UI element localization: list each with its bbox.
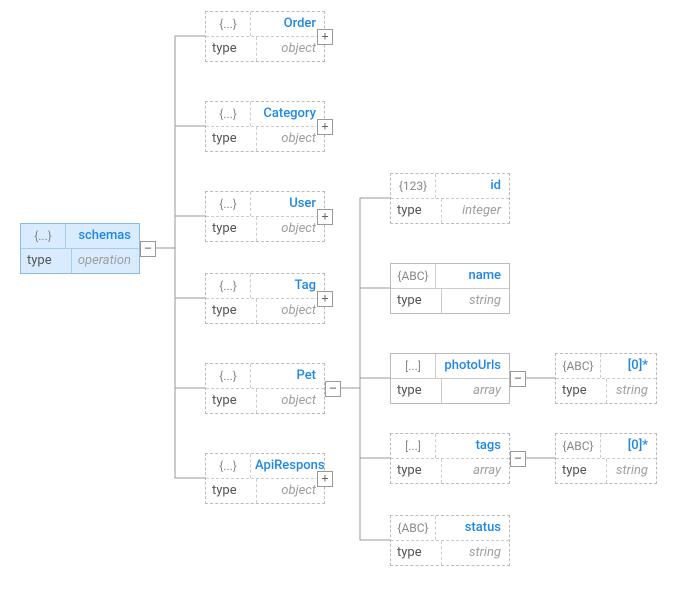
node-label: schemas xyxy=(66,224,139,248)
type-value: object xyxy=(257,479,324,503)
expand-icon[interactable] xyxy=(317,29,333,45)
type-value: string xyxy=(607,459,656,483)
type-value: string xyxy=(607,379,656,403)
collapse-icon[interactable] xyxy=(140,241,156,257)
collapse-icon[interactable] xyxy=(325,381,341,397)
type-value: array xyxy=(442,459,509,483)
schema-tree-diagram: {...}schemas typeoperation {...}Order ty… xyxy=(0,0,673,589)
type-value: object xyxy=(257,127,324,151)
type-key: type xyxy=(206,127,257,151)
node-schemas[interactable]: {...}schemas typeoperation xyxy=(20,223,140,274)
type-hint: {ABC} xyxy=(556,354,601,378)
type-value: object xyxy=(257,299,324,323)
type-value: string xyxy=(442,541,509,565)
node-label: [0]* xyxy=(601,434,656,458)
type-key: type xyxy=(391,541,442,565)
type-value: object xyxy=(257,37,324,61)
node-status[interactable]: {ABC}status typestring xyxy=(390,515,510,566)
node-label: tags xyxy=(436,434,509,458)
node-photourls-item[interactable]: {ABC}[0]* typestring xyxy=(555,353,657,404)
node-label: Pet xyxy=(251,364,324,388)
type-key: type xyxy=(391,379,442,403)
node-name[interactable]: {ABC}name typestring xyxy=(390,263,510,314)
node-label: [0]* xyxy=(601,354,656,378)
node-tag[interactable]: {...}Tag typeobject xyxy=(205,273,325,324)
type-hint: [...] xyxy=(391,434,436,458)
node-label: Category xyxy=(251,102,324,126)
node-label: Tag xyxy=(251,274,324,298)
type-value: object xyxy=(257,217,324,241)
collapse-icon[interactable] xyxy=(510,451,526,467)
type-value: array xyxy=(442,379,509,403)
type-hint: {...} xyxy=(21,224,66,248)
type-key: type xyxy=(206,217,257,241)
type-hint: {...} xyxy=(206,12,251,36)
node-label: id xyxy=(436,174,509,198)
type-key: type xyxy=(206,479,257,503)
type-key: type xyxy=(21,249,72,273)
node-label: status xyxy=(436,516,509,540)
node-label: User xyxy=(251,192,324,216)
type-hint: {...} xyxy=(206,454,251,478)
type-hint: {ABC} xyxy=(391,264,436,288)
type-hint: {...} xyxy=(206,102,251,126)
expand-icon[interactable] xyxy=(317,471,333,487)
node-apiresponse[interactable]: {...}ApiResponse typeobject xyxy=(205,453,325,504)
type-key: type xyxy=(556,379,607,403)
type-hint: {ABC} xyxy=(391,516,436,540)
collapse-icon[interactable] xyxy=(510,371,526,387)
type-hint: {ABC} xyxy=(556,434,601,458)
type-key: type xyxy=(206,389,257,413)
node-tags[interactable]: [...]tags typearray xyxy=(390,433,510,484)
type-value: object xyxy=(257,389,324,413)
node-photourls[interactable]: [...]photoUrls typearray xyxy=(390,353,510,404)
type-value: integer xyxy=(442,199,509,223)
type-value: operation xyxy=(72,249,139,273)
type-value: string xyxy=(442,289,509,313)
type-hint: {...} xyxy=(206,192,251,216)
expand-icon[interactable] xyxy=(317,209,333,225)
node-user[interactable]: {...}User typeobject xyxy=(205,191,325,242)
node-label: name xyxy=(436,264,509,288)
type-hint: {...} xyxy=(206,364,251,388)
node-pet[interactable]: {...}Pet typeobject xyxy=(205,363,325,414)
node-tags-item[interactable]: {ABC}[0]* typestring xyxy=(555,433,657,484)
node-order[interactable]: {...}Order typeobject xyxy=(205,11,325,62)
node-label: photoUrls xyxy=(436,354,509,378)
type-key: type xyxy=(391,199,442,223)
type-key: type xyxy=(391,459,442,483)
node-id[interactable]: {123}id typeinteger xyxy=(390,173,510,224)
type-key: type xyxy=(391,289,442,313)
type-hint: [...] xyxy=(391,354,436,378)
type-key: type xyxy=(556,459,607,483)
type-hint: {123} xyxy=(391,174,436,198)
node-label: ApiResponse xyxy=(251,454,324,478)
type-key: type xyxy=(206,37,257,61)
node-category[interactable]: {...}Category typeobject xyxy=(205,101,325,152)
node-label: Order xyxy=(251,12,324,36)
expand-icon[interactable] xyxy=(317,119,333,135)
type-key: type xyxy=(206,299,257,323)
connector-lines xyxy=(0,0,673,589)
expand-icon[interactable] xyxy=(317,291,333,307)
type-hint: {...} xyxy=(206,274,251,298)
